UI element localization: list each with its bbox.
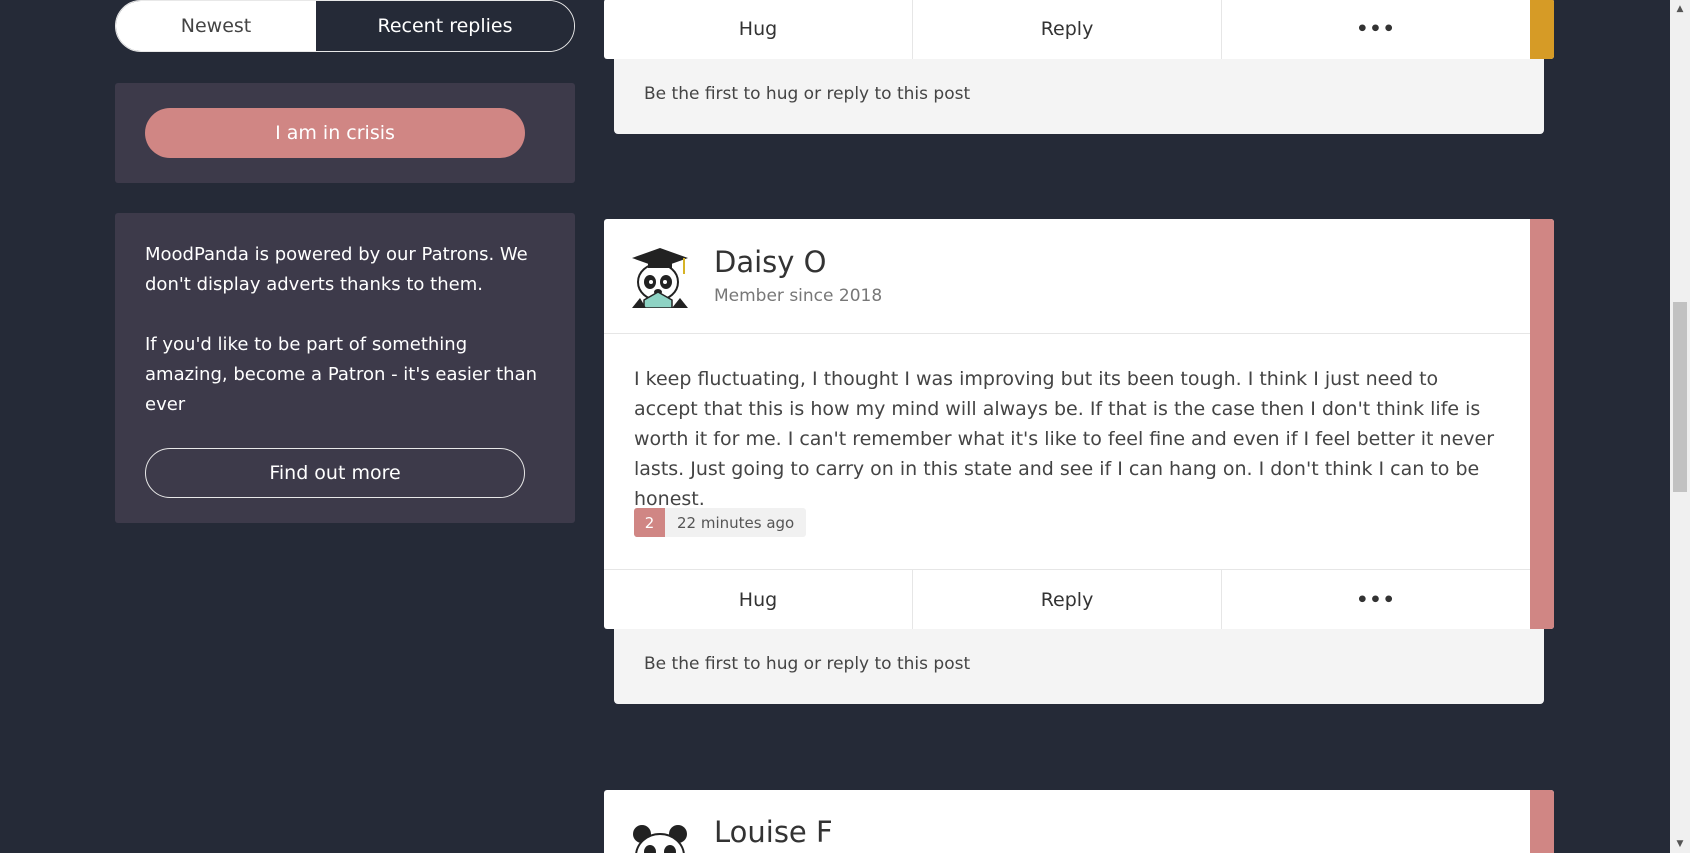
page: Newest Recent replies I am in crisis Moo… [0, 0, 1690, 853]
tab-newest[interactable]: Newest [116, 1, 316, 51]
mood-color-bar [1530, 790, 1554, 853]
post-header: Daisy O Member since 2018 [604, 219, 1530, 334]
tab-recent-replies[interactable]: Recent replies [316, 1, 574, 51]
patron-line-1: MoodPanda is powered by our Patrons. We … [145, 244, 528, 295]
post-card: Hug Reply ••• [604, 0, 1554, 59]
panda-avatar-icon[interactable] [628, 820, 692, 853]
member-since: Member since 2018 [714, 286, 883, 306]
post-meta: 2 22 minutes ago [634, 508, 807, 537]
patron-panel: MoodPanda is powered by our Patrons. We … [115, 213, 575, 523]
post-card: Daisy O Member since 2018 I keep fluctua… [604, 219, 1554, 629]
more-options-button[interactable]: ••• [1222, 570, 1530, 629]
post-body: I keep fluctuating, I thought I was impr… [634, 368, 1495, 510]
patron-text: MoodPanda is powered by our Patrons. We … [145, 240, 545, 450]
hug-button[interactable]: Hug [604, 570, 913, 629]
scroll-down-icon[interactable]: ▼ [1670, 835, 1690, 853]
post-username[interactable]: Daisy O [714, 245, 826, 279]
feed-sort-toggle: Newest Recent replies [115, 0, 575, 52]
post-username[interactable]: Louise F [714, 815, 833, 849]
scroll-up-icon[interactable]: ▲ [1670, 0, 1690, 18]
find-out-more-button[interactable]: Find out more [145, 448, 525, 498]
mood-color-bar [1530, 219, 1554, 629]
patron-line-2: If you'd like to be part of something am… [145, 334, 538, 415]
reply-prompt: Be the first to hug or reply to this pos… [644, 84, 971, 104]
crisis-button[interactable]: I am in crisis [145, 108, 525, 158]
page-scrollbar[interactable]: ▲ ▼ [1670, 0, 1690, 853]
mood-rating-badge: 2 [634, 508, 665, 537]
mood-color-bar [1530, 0, 1554, 59]
reply-prompt-bar: Be the first to hug or reply to this pos… [614, 59, 1544, 134]
reply-prompt: Be the first to hug or reply to this pos… [644, 654, 971, 674]
more-options-button[interactable]: ••• [1222, 0, 1530, 59]
reply-button[interactable]: Reply [913, 570, 1222, 629]
post-actions: Hug Reply ••• [604, 0, 1530, 59]
scroll-thumb[interactable] [1673, 302, 1687, 492]
reply-button[interactable]: Reply [913, 0, 1222, 59]
post-timestamp: 22 minutes ago [665, 508, 807, 537]
post-actions: Hug Reply ••• [604, 569, 1530, 629]
crisis-panel: I am in crisis [115, 83, 575, 183]
post-card: Louise F [604, 790, 1554, 853]
panda-graduate-avatar-icon[interactable] [628, 244, 692, 308]
reply-prompt-bar: Be the first to hug or reply to this pos… [614, 629, 1544, 704]
hug-button[interactable]: Hug [604, 0, 913, 59]
